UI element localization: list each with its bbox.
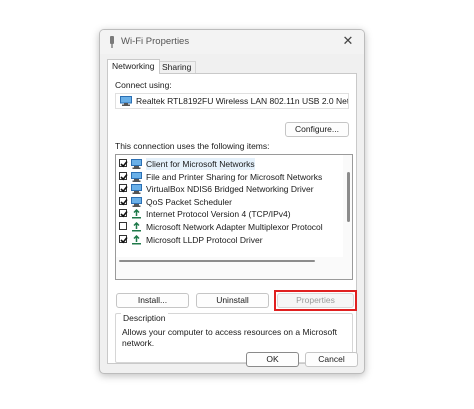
adapter-field: Realtek RTL8192FU Wireless LAN 802.11n U… <box>115 93 349 109</box>
cancel-button[interactable]: Cancel <box>305 352 358 367</box>
checkbox-checked[interactable] <box>119 171 128 180</box>
protocol-icon <box>131 234 142 245</box>
list-item-label: Internet Protocol Version 4 (TCP/IPv4) <box>146 209 291 220</box>
window-title: Wi-Fi Properties <box>121 36 190 47</box>
network-service-icon <box>131 171 142 182</box>
properties-button[interactable]: Properties <box>277 293 354 308</box>
tab-sharing[interactable]: Sharing <box>157 61 197 73</box>
list-item-label: Microsoft Network Adapter Multiplexor Pr… <box>146 222 323 232</box>
description-text: Allows your computer to access resources… <box>122 327 337 348</box>
list-item-label: File and Printer Sharing for Microsoft N… <box>146 171 323 182</box>
connect-using-label: Connect using: <box>115 80 172 90</box>
tab-networking[interactable]: Networking <box>107 59 160 74</box>
list-item-label: VirtualBox NDIS6 Bridged Networking Driv… <box>146 184 314 195</box>
list-item-label: QoS Packet Scheduler <box>146 196 232 207</box>
wifi-adapter-icon <box>110 36 114 48</box>
close-button[interactable]: ✕ <box>340 33 356 49</box>
checkbox-checked[interactable] <box>119 184 128 193</box>
ok-button[interactable]: OK <box>246 352 299 367</box>
configure-button[interactable]: Configure... <box>285 122 349 137</box>
network-adapter-icon <box>120 96 132 106</box>
protocol-icon <box>131 221 142 232</box>
adapter-name: Realtek RTL8192FU Wireless LAN 802.11n U… <box>136 96 349 106</box>
items-list[interactable]: Client for Microsoft Networks File and Pr… <box>115 154 353 280</box>
checkbox-checked[interactable] <box>119 234 128 243</box>
network-service-icon <box>131 184 142 195</box>
description-legend: Description <box>121 313 168 323</box>
close-icon: ✕ <box>342 33 354 48</box>
checkbox-checked[interactable] <box>119 196 128 206</box>
vertical-scrollbar-thumb[interactable] <box>347 172 350 222</box>
install-button[interactable]: Install... <box>116 293 189 308</box>
uninstall-button[interactable]: Uninstall <box>196 293 269 308</box>
checkbox-checked[interactable] <box>119 209 128 218</box>
networking-panel: Connect using: Realtek RTL8192FU Wireles… <box>107 73 357 364</box>
items-label: This connection uses the following items… <box>115 141 270 151</box>
checkbox-unchecked[interactable] <box>119 222 127 230</box>
network-service-icon <box>131 196 142 207</box>
list-item-label: Client for Microsoft Networks <box>146 158 255 170</box>
horizontal-scrollbar-thumb[interactable] <box>119 260 315 262</box>
network-client-icon <box>131 159 142 169</box>
list-item-label: Microsoft LLDP Protocol Driver <box>146 234 263 245</box>
checkbox-checked[interactable] <box>119 159 128 168</box>
title-bar[interactable]: Wi-Fi Properties ✕ <box>100 30 364 54</box>
wifi-properties-dialog: Wi-Fi Properties ✕ Networking Sharing Co… <box>99 29 365 374</box>
protocol-icon <box>131 209 142 219</box>
